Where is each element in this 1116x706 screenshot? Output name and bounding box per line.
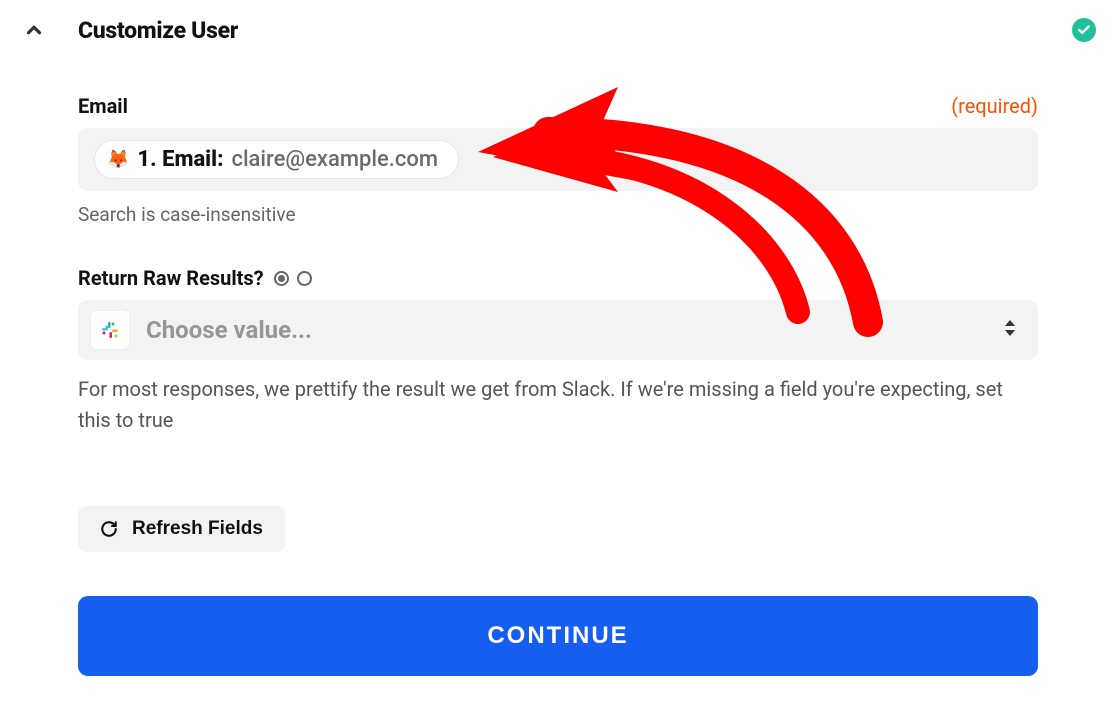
raw-results-label: Return Raw Results? bbox=[78, 266, 264, 290]
required-label: (required) bbox=[951, 94, 1038, 118]
email-input[interactable]: 🦊 1. Email: claire@example.com bbox=[78, 128, 1038, 191]
section-title: Customize User bbox=[78, 17, 238, 44]
app-source-icon: 🦊 bbox=[107, 151, 129, 169]
continue-button[interactable]: CONTINUE bbox=[78, 596, 1038, 676]
pill-value: claire@example.com bbox=[231, 147, 438, 172]
success-check-icon bbox=[1072, 18, 1096, 42]
radio-option-2[interactable] bbox=[297, 271, 312, 286]
collapse-chevron-up-icon[interactable] bbox=[20, 16, 48, 44]
refresh-icon bbox=[100, 520, 118, 538]
radio-option-1[interactable] bbox=[274, 271, 289, 286]
select-caret-icon bbox=[1002, 317, 1018, 343]
raw-results-description: For most responses, we prettify the resu… bbox=[78, 374, 1038, 436]
refresh-button-label: Refresh Fields bbox=[132, 518, 263, 540]
raw-results-radio-group bbox=[274, 271, 312, 286]
refresh-fields-button[interactable]: Refresh Fields bbox=[78, 506, 285, 552]
email-field-label: Email bbox=[78, 94, 128, 118]
raw-results-select[interactable]: Choose value... bbox=[78, 300, 1038, 360]
pill-prefix: 1. Email: bbox=[137, 147, 223, 172]
email-helper-text: Search is case-insensitive bbox=[78, 203, 1038, 226]
slack-icon bbox=[90, 310, 130, 350]
email-mapped-pill[interactable]: 🦊 1. Email: claire@example.com bbox=[94, 140, 459, 179]
select-placeholder: Choose value... bbox=[146, 316, 312, 344]
continue-button-label: CONTINUE bbox=[487, 622, 628, 649]
